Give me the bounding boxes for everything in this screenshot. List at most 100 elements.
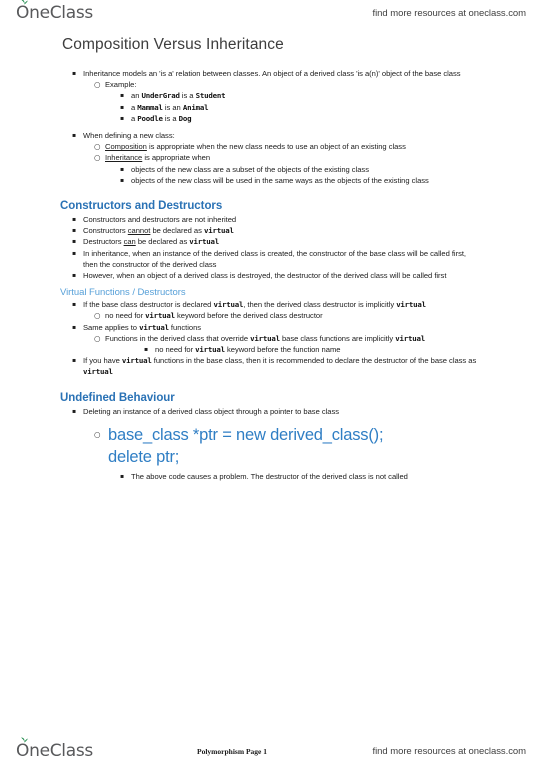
list-item: ▪ In inheritance, when an instance of th… (72, 248, 480, 270)
emphasis-cannot: cannot (127, 226, 151, 236)
list-item-text: However, when an object of a derived cla… (83, 271, 447, 281)
bullet-square-icon: ▪ (72, 301, 77, 309)
term-composition: Composition (105, 142, 147, 152)
bullet-circle-icon: ○ (94, 311, 101, 321)
logo-wordmark: neClass (29, 3, 93, 23)
bullet-circle-icon: ○ (94, 429, 101, 439)
inheritance-description: is appropriate when (142, 153, 211, 163)
list-item: ○ no need for virtual keyword before the… (94, 310, 480, 321)
term-inheritance: Inheritance (105, 153, 143, 163)
bullet-square-icon: ▪ (120, 92, 125, 100)
list-item-text: In inheritance, when an instance of the … (83, 248, 467, 269)
list-item: ▪ When defining a new class: (72, 130, 480, 141)
list-item-text: objects of the new class will be used in… (131, 175, 429, 185)
text-middle: be declared as (135, 237, 190, 247)
section-heading-constructors: Constructors and Destructors (60, 200, 223, 213)
text-middle: functions in the base class, then it is … (151, 356, 477, 366)
page-header: O neClass find more resources at oneclas… (0, 0, 540, 26)
example-middle: is a (179, 91, 196, 101)
bullet-square-icon: ▪ (144, 346, 149, 354)
text-suffix: keyword before the derived class destruc… (174, 311, 323, 321)
list-item-text: Deleting an instance of a derived class … (83, 406, 340, 416)
code-token: Animal (182, 102, 209, 112)
list-item-text: Composition is appropriate when the new … (105, 141, 480, 152)
bullet-circle-icon: ○ (94, 153, 101, 163)
bullet-circle-icon: ○ (94, 333, 101, 343)
text-prefix: Constructors (83, 226, 128, 236)
text-prefix: Same applies to (83, 322, 140, 332)
list-item-text: Same applies to virtual functions (83, 322, 480, 333)
code-line-1: base_class *ptr = new derived_class(); (108, 425, 384, 444)
code-token: virtual (250, 333, 280, 343)
text-prefix: no need for (155, 345, 196, 355)
bullet-square-icon: ▪ (120, 103, 125, 111)
list-item: ▪ If the base class destructor is declar… (72, 299, 480, 310)
text-middle: be declared as (150, 226, 204, 236)
code-line-2: delete ptr; (108, 447, 180, 466)
list-item-text: no need for virtual keyword before the f… (155, 344, 480, 355)
code-token: UnderGrad (141, 91, 180, 101)
text-suffix: functions (168, 322, 202, 332)
text-prefix: If the base class destructor is declared (83, 300, 214, 310)
bullet-square-icon: ▪ (72, 227, 77, 235)
bullet-square-icon: ▪ (72, 407, 77, 415)
list-item: ▪ If you have virtual functions in the b… (72, 355, 480, 377)
bullet-circle-icon: ○ (94, 80, 101, 90)
code-token: virtual (395, 333, 425, 343)
text-prefix: If you have (83, 356, 122, 366)
code-callout-body: base_class *ptr = new derived_class(); d… (108, 424, 384, 468)
list-item: ▪ Destructors can be declared as virtual (72, 236, 480, 247)
list-item-text: When defining a new class: (83, 131, 175, 141)
list-item-text: an UnderGrad is a Student (131, 90, 480, 101)
list-item-text: a Poodle is a Dog (131, 113, 480, 124)
logo-o-letter: O (16, 0, 29, 23)
promo-text-bottom: find more resources at oneclass.com (372, 745, 527, 757)
list-item: ▪ However, when an object of a derived c… (72, 270, 480, 281)
list-item: ▪ Constructors and destructors are not i… (72, 214, 480, 225)
text-middle: base class functions are implicitly (279, 333, 396, 343)
emphasis-can: can (123, 237, 136, 247)
page-title: Composition Versus Inheritance (62, 36, 284, 53)
list-item: ▪ Same applies to virtual functions (72, 322, 480, 333)
bullet-square-icon: ▪ (72, 216, 77, 224)
list-item-text: Example: (105, 80, 137, 90)
list-item: ▪ a Mammal is an Animal (120, 102, 480, 113)
bullet-square-icon: ▪ (72, 238, 77, 246)
bullet-square-icon: ▪ (72, 249, 77, 257)
text-middle: , then the derived class destructor is i… (243, 300, 397, 310)
code-token: virtual (121, 356, 152, 366)
list-item: ▪ The above code causes a problem. The d… (120, 471, 480, 482)
example-middle: is an (162, 102, 183, 112)
bullet-square-icon: ▪ (72, 357, 77, 365)
bullet-square-icon: ▪ (72, 70, 77, 77)
sprout-icon (21, 0, 28, 5)
promo-text-top: find more resources at oneclass.com (372, 7, 527, 19)
subsection-heading-virtual: Virtual Functions / Destructors (60, 287, 186, 299)
list-item-text: If you have virtual functions in the bas… (83, 355, 480, 377)
document-body: Composition Versus Inheritance ▪ Inherit… (0, 30, 540, 482)
text-prefix: Functions in the derived class that over… (105, 333, 251, 343)
code-token: virtual (145, 311, 175, 321)
text-prefix: Destructors (83, 237, 124, 247)
bullet-circle-icon: ○ (94, 142, 101, 152)
code-token: virtual (139, 322, 169, 332)
list-item: ○ Functions in the derived class that ov… (94, 333, 480, 344)
text-suffix: keyword before the function name (224, 345, 341, 355)
list-item: ▪ objects of the new class will be used … (120, 175, 480, 186)
list-item-text: Constructors cannot be declared as virtu… (83, 225, 480, 236)
list-item-text: The above code causes a problem. The des… (131, 471, 408, 481)
list-item-text: no need for virtual keyword before the d… (105, 310, 480, 321)
list-item-text: If the base class destructor is declared… (83, 299, 480, 310)
bullet-square-icon: ▪ (72, 272, 77, 280)
code-token: Poodle (137, 113, 163, 123)
page-footer: O neClass Polymorphism Page 1 find more … (0, 736, 540, 766)
code-token: Dog (178, 113, 192, 123)
list-item-text: Inheritance is appropriate when (105, 152, 480, 163)
bullet-square-icon: ▪ (120, 472, 125, 480)
list-item: ▪ a Poodle is a Dog (120, 113, 480, 124)
code-token: virtual (189, 237, 220, 247)
list-item-text: Constructors and destructors are not inh… (83, 215, 237, 225)
list-item-text: Inheritance models an 'is a' relation be… (83, 69, 461, 78)
code-token: virtual (195, 345, 225, 355)
list-item-text: Destructors can be declared as virtual (83, 236, 480, 247)
